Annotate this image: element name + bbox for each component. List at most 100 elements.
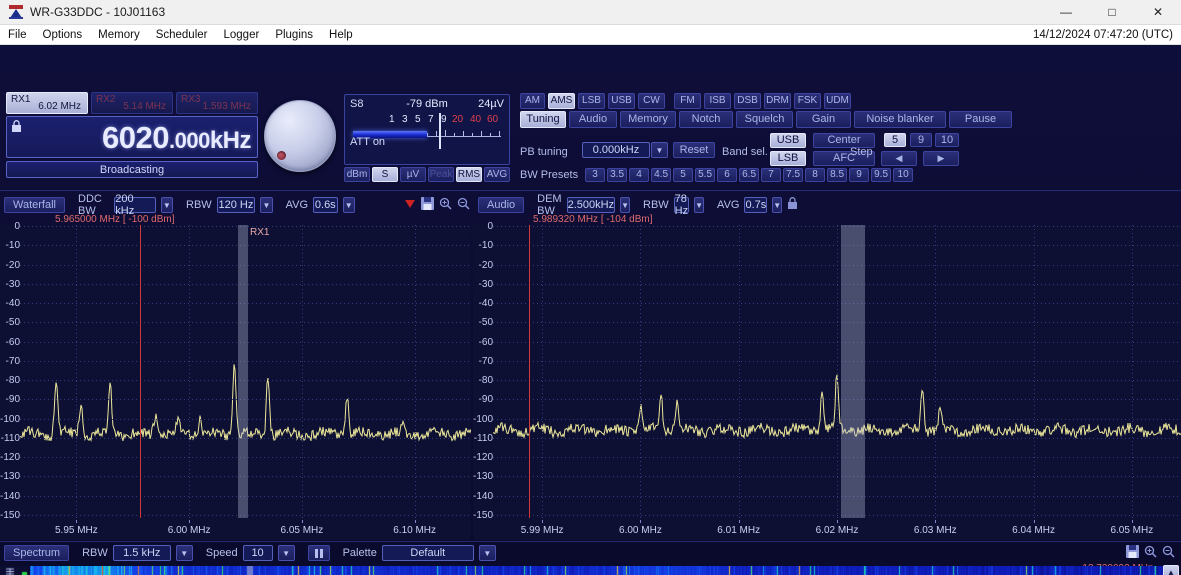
rx-tab-rx2[interactable]: RX2 5.14 MHz	[91, 92, 173, 114]
wb-rbw-dropdown-icon[interactable]: ▼	[175, 545, 193, 561]
meter-unit-microvolt[interactable]: µV	[400, 167, 426, 182]
mode-fm[interactable]: FM	[674, 93, 701, 109]
right-avg-dropdown-icon[interactable]: ▼	[772, 197, 783, 213]
tab-tuning[interactable]: Tuning	[520, 111, 566, 128]
menu-item-scheduler[interactable]: Scheduler	[148, 27, 216, 43]
bw-preset-5[interactable]: 5	[673, 168, 694, 182]
ddc-bw-dropdown-icon[interactable]: ▼	[160, 197, 174, 213]
minimize-button[interactable]: —	[1043, 0, 1089, 25]
tab-memory[interactable]: Memory	[620, 111, 676, 128]
menu-item-options[interactable]: Options	[35, 27, 91, 43]
wb-rbw-value[interactable]: 1.5 kHz	[112, 545, 171, 561]
mode-ams[interactable]: AMS	[548, 93, 575, 109]
right-plot-area[interactable]	[493, 225, 1181, 518]
meter-mode-rms[interactable]: RMS	[456, 167, 482, 182]
left-rbw-value[interactable]: 120 Hz	[216, 197, 256, 213]
mode-cw[interactable]: CW	[638, 93, 665, 109]
tab-noise-blanker[interactable]: Noise blanker	[854, 111, 946, 128]
dem-bw-dropdown-icon[interactable]: ▼	[620, 197, 630, 213]
bw-preset-8.5[interactable]: 8.5	[827, 168, 848, 182]
audio-tag-button[interactable]: Audio	[478, 197, 525, 213]
waterfall-tag-button[interactable]: Waterfall	[4, 197, 65, 213]
meter-unit-dbm[interactable]: dBm	[344, 167, 370, 182]
mode-dsb[interactable]: DSB	[734, 93, 761, 109]
wb-zoom-in-icon[interactable]	[1144, 545, 1157, 561]
rx-tab-rx1[interactable]: RX1 6.02 MHz	[6, 92, 88, 114]
bw-preset-6.5[interactable]: 6.5	[739, 168, 760, 182]
left-rx1-band[interactable]	[238, 225, 248, 518]
bw-preset-4.5[interactable]: 4.5	[651, 168, 672, 182]
bw-preset-7.5[interactable]: 7.5	[783, 168, 804, 182]
bw-preset-4[interactable]: 4	[629, 168, 650, 182]
meter-mode-peak[interactable]: Peak	[428, 167, 454, 182]
mode-lsb[interactable]: LSB	[578, 93, 605, 109]
left-avg-dropdown-icon[interactable]: ▼	[342, 197, 356, 213]
pb-reset-button[interactable]: Reset	[673, 142, 715, 158]
dem-bw-value[interactable]: 2.500kHz	[566, 197, 616, 213]
left-spectrum-panel[interactable]: 0 -10 -20 -30 -40 -50 -60 -70 -80 -90 -100 -110 -120…	[0, 222, 471, 540]
pb-tuning-dropdown-icon[interactable]: ▼	[651, 142, 668, 158]
tab-audio[interactable]: Audio	[569, 111, 617, 128]
menu-item-logger[interactable]: Logger	[216, 27, 268, 43]
right-avg-value[interactable]: 0.7s	[744, 197, 768, 213]
bw-preset-5.5[interactable]: 5.5	[695, 168, 716, 182]
right-passband-band[interactable]	[841, 225, 865, 518]
band-lsb-button[interactable]: LSB	[770, 151, 806, 166]
mode-drm[interactable]: DRM	[764, 93, 791, 109]
pause-icon[interactable]	[307, 545, 330, 561]
wb-speed-value[interactable]: 10	[242, 545, 273, 561]
mode-am[interactable]: AM	[520, 93, 545, 109]
left-marker-icon[interactable]	[404, 198, 416, 213]
right-lock-icon[interactable]	[787, 197, 798, 213]
tab-squelch[interactable]: Squelch	[736, 111, 793, 128]
mode-usb[interactable]: USB	[608, 93, 635, 109]
wideband-scroll-up-icon[interactable]: ▲	[1163, 565, 1179, 575]
band-usb-button[interactable]: USB	[770, 133, 806, 148]
mode-fsk[interactable]: FSK	[794, 93, 821, 109]
wb-speed-dropdown-icon[interactable]: ▼	[277, 545, 295, 561]
bw-preset-10[interactable]: 10	[893, 168, 914, 182]
left-zoom-out-icon[interactable]	[457, 197, 470, 213]
palette-dropdown-icon[interactable]: ▼	[478, 545, 496, 561]
frequency-display[interactable]: 6020.000kHz	[6, 116, 258, 158]
menu-item-file[interactable]: File	[0, 27, 35, 43]
bw-preset-6[interactable]: 6	[717, 168, 738, 182]
tuning-knob[interactable]	[264, 100, 336, 172]
spectrum-tag-button[interactable]: Spectrum	[4, 545, 70, 561]
lock-icon[interactable]	[11, 120, 22, 133]
tab-pause[interactable]: Pause	[949, 111, 1012, 128]
wb-zoom-out-icon[interactable]	[1162, 545, 1175, 561]
mode-isb[interactable]: ISB	[704, 93, 731, 109]
maximize-button[interactable]: □	[1089, 0, 1135, 25]
right-spectrum-panel[interactable]: 0 -10 -20 -30 -40 -50 -60 -70 -80 -90 -100 -110 -120…	[473, 222, 1181, 540]
menu-item-memory[interactable]: Memory	[90, 27, 148, 43]
bw-preset-7[interactable]: 7	[761, 168, 782, 182]
ddc-bw-value[interactable]: 200 kHz	[114, 193, 156, 217]
left-avg-value[interactable]: 0.6s	[313, 197, 338, 213]
step-up-arrow-icon[interactable]: ▶	[923, 151, 959, 166]
left-save-icon[interactable]	[421, 197, 435, 213]
step-down-arrow-icon[interactable]: ◀	[881, 151, 917, 166]
pb-tuning-input[interactable]: 0.000kHz	[582, 142, 650, 158]
rx-tab-rx3[interactable]: RX3 1.593 MHz	[176, 92, 258, 114]
tab-notch[interactable]: Notch	[679, 111, 733, 128]
menu-item-plugins[interactable]: Plugins	[267, 27, 321, 43]
bw-preset-3[interactable]: 3	[585, 168, 606, 182]
left-zoom-in-icon[interactable]	[439, 197, 452, 213]
meter-unit-s[interactable]: S	[372, 167, 398, 182]
meter-mode-avg[interactable]: AVG	[484, 167, 510, 182]
right-rbw-value[interactable]: 78 Hz	[673, 193, 690, 217]
menu-item-help[interactable]: Help	[321, 27, 361, 43]
step-10-button[interactable]: 10	[935, 133, 959, 147]
wideband-heatmap[interactable]	[30, 566, 1163, 575]
bw-preset-3.5[interactable]: 3.5	[607, 168, 628, 182]
close-button[interactable]: ✕	[1135, 0, 1181, 25]
bw-preset-8[interactable]: 8	[805, 168, 826, 182]
bw-preset-9.5[interactable]: 9.5	[871, 168, 892, 182]
wideband-waterfall[interactable]: 13.730092 MHz 0 MHz2 MHz4 MHz6 MHz8 MHz1…	[0, 563, 1181, 575]
mode-udm[interactable]: UDM	[824, 93, 851, 109]
wb-save-icon[interactable]	[1126, 545, 1139, 561]
tab-gain[interactable]: Gain	[796, 111, 851, 128]
step-9-button[interactable]: 9	[910, 133, 932, 147]
left-plot-area[interactable]: RX1	[20, 225, 471, 518]
